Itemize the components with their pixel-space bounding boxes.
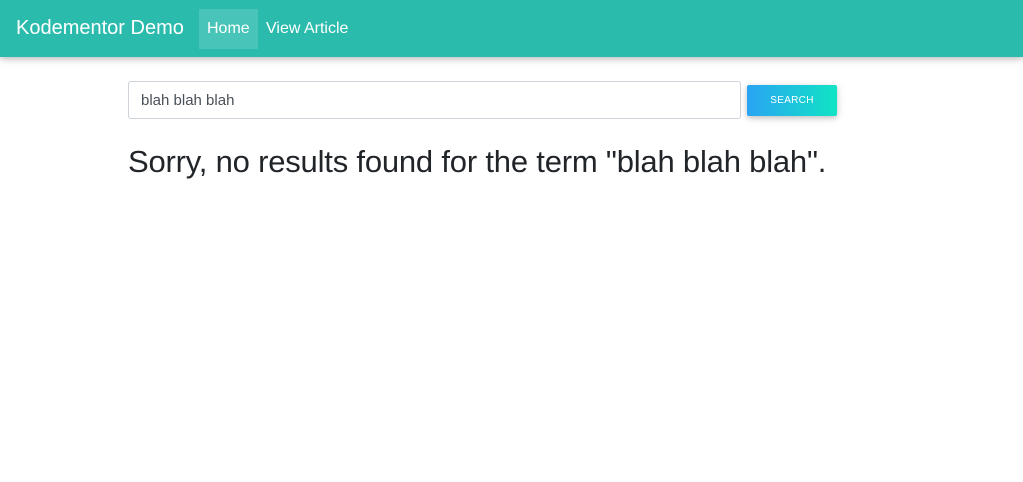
nav-link-home[interactable]: Home — [199, 9, 258, 49]
search-button[interactable]: SEARCH — [747, 85, 837, 116]
brand-logo[interactable]: Kodementor Demo — [16, 16, 184, 40]
search-input[interactable] — [128, 81, 741, 119]
no-results-suffix: ". — [806, 144, 827, 179]
no-results-prefix: Sorry, no results found for the term " — [128, 144, 617, 179]
search-term: blah blah blah — [616, 144, 807, 179]
no-results-message: Sorry, no results found for the term "bl… — [128, 143, 826, 181]
nav-link-view-article[interactable]: View Article — [258, 9, 356, 49]
navbar: Kodementor Demo Home View Article — [0, 0, 1023, 57]
